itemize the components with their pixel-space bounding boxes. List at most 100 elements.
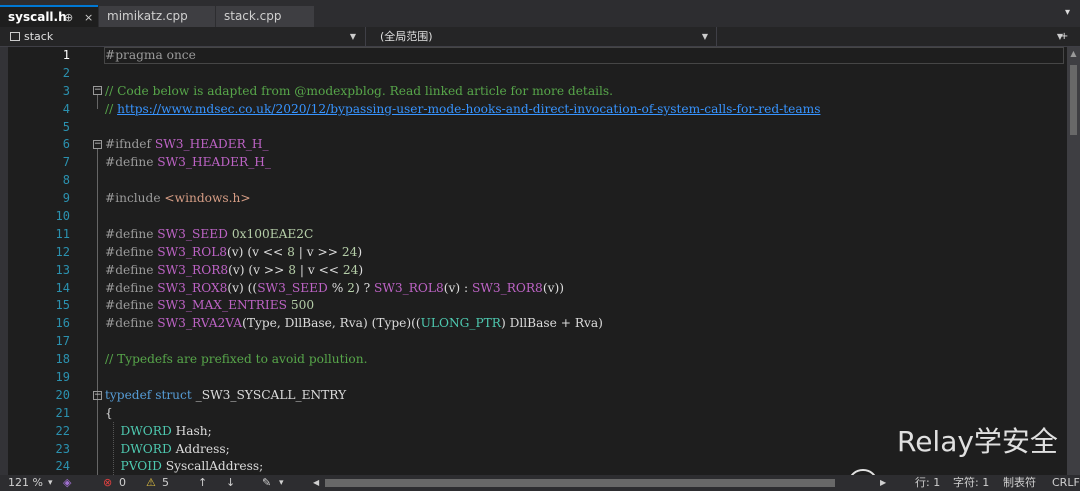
line-number: 13 — [55, 262, 70, 277]
tab-label: syscall.h — [8, 10, 67, 24]
code-line: // Code below is adapted from @modexpblo… — [105, 83, 614, 98]
brush-icon[interactable]: ✎ — [262, 475, 271, 491]
code-line: #define SW3_SEED 0x100EAE2C — [105, 226, 314, 241]
line-number: 4 — [62, 101, 70, 116]
line-number: 10 — [55, 209, 70, 224]
line-number: 24 — [55, 459, 70, 474]
tab-label: stack.cpp — [224, 9, 282, 23]
navigation-bar: stack ▼ (全局范围) ▼ ▼ + — [0, 27, 1080, 47]
tab-syscall-h[interactable]: syscall.h ⊕ × — [0, 5, 98, 27]
fold-guide — [97, 149, 98, 475]
collapse-icon[interactable]: − — [93, 86, 102, 95]
tabs-mode[interactable]: 制表符 — [1003, 475, 1036, 491]
code-line: PVOID SyscallAddress; — [120, 459, 264, 474]
project-name: stack — [24, 30, 54, 43]
tab-label: mimikatz.cpp — [107, 9, 188, 23]
line-numbers: 1 2 3 4 5 6 7 8 9 10 11 12 13 14 15 16 1… — [8, 47, 70, 475]
line-number: 23 — [55, 441, 70, 456]
line-number: 9 — [62, 191, 70, 206]
line-number: 12 — [55, 244, 70, 259]
char-indicator: 字符: 1 — [953, 476, 990, 489]
error-icon[interactable]: ⊗ — [103, 475, 112, 491]
url-link[interactable]: https://www.mdsec.co.uk/2020/12/bypassin… — [117, 102, 820, 116]
divider — [365, 27, 366, 46]
line-number: 16 — [55, 316, 70, 331]
scrollbar-thumb[interactable] — [1070, 65, 1077, 135]
fold-guide — [97, 95, 98, 109]
project-combo[interactable]: stack ▼ — [10, 29, 360, 44]
line-number: 18 — [55, 352, 70, 367]
zoom-dropdown-icon[interactable]: ▾ — [48, 475, 53, 491]
close-icon[interactable]: × — [84, 7, 93, 28]
line-number: 15 — [55, 298, 70, 313]
project-icon — [10, 32, 20, 41]
line-number: 21 — [55, 405, 70, 420]
status-bar: 121 % ▾ ◈ ⊗ 0 ⚠ 5 ↑ ↓ ✎ ▾ ◀ ▶ 行: 1 字符: 1… — [0, 475, 1080, 491]
code-line: #define SW3_MAX_ENTRIES 500 — [105, 298, 315, 313]
code-line: typedef struct _SW3_SYSCALL_ENTRY — [105, 387, 347, 402]
line-number: 20 — [55, 387, 70, 402]
warning-icon[interactable]: ⚠ — [146, 475, 156, 491]
line-number: 6 — [62, 137, 70, 152]
collapse-icon[interactable]: − — [93, 391, 102, 400]
member-combo[interactable]: ▼ — [722, 29, 1067, 44]
tab-overflow-dropdown-icon[interactable]: ▾ — [1065, 7, 1070, 18]
document-tab-bar: syscall.h ⊕ × mimikatz.cpp stack.cpp ▾ — [0, 0, 1080, 27]
line-number: 14 — [55, 280, 70, 295]
code-line: #define SW3_ROL8(v) (v << 8 | v >> 24) — [105, 244, 363, 259]
line-number: 8 — [62, 173, 70, 188]
line-indicator: 行: 1 — [915, 476, 941, 489]
vertical-scrollbar[interactable]: ▲ — [1067, 47, 1080, 475]
chevron-down-icon: ▼ — [349, 32, 356, 41]
line-number: 3 — [62, 83, 70, 98]
arrow-down-icon[interactable]: ↓ — [226, 475, 235, 491]
line-number: 17 — [55, 334, 70, 349]
line-number: 5 — [62, 119, 70, 134]
code-line-link[interactable]: // https://www.mdsec.co.uk/2020/12/bypas… — [105, 101, 1065, 119]
line-number: 11 — [55, 226, 70, 241]
selection-margin — [0, 47, 8, 475]
scope-label: (全局范围) — [380, 30, 433, 43]
code-line: #include <windows.h> — [105, 191, 251, 206]
split-icon[interactable]: + — [1060, 29, 1078, 44]
line-ending[interactable]: CRLF — [1052, 475, 1080, 491]
line-number: 7 — [62, 155, 70, 170]
zoom-level[interactable]: 121 % — [8, 475, 43, 491]
warning-count[interactable]: 5 — [162, 475, 169, 491]
code-line: #ifndef SW3_HEADER_H_ — [105, 137, 269, 152]
code-line: #pragma once — [105, 48, 196, 62]
code-line: #define SW3_HEADER_H_ — [105, 155, 272, 170]
scope-combo[interactable]: (全局范围) ▼ — [380, 29, 712, 44]
line-number: 1 — [62, 48, 70, 62]
scroll-left-icon[interactable]: ◀ — [313, 475, 319, 491]
scroll-right-icon[interactable]: ▶ — [880, 475, 886, 491]
collapse-icon[interactable]: − — [93, 140, 102, 149]
code-line: #define SW3_RVA2VA(Type, DllBase, Rva) (… — [105, 316, 603, 331]
comment-prefix: // — [105, 101, 118, 116]
tab-mimikatz-cpp[interactable]: mimikatz.cpp — [99, 6, 215, 27]
code-line: #define SW3_ROR8(v) (v >> 8 | v << 24) — [105, 262, 364, 277]
divider — [716, 27, 717, 46]
code-lines: #pragma once // Code below is adapted fr… — [105, 47, 1065, 475]
error-count[interactable]: 0 — [119, 475, 126, 491]
scroll-up-icon[interactable]: ▲ — [1067, 49, 1080, 58]
tab-stack-cpp[interactable]: stack.cpp — [216, 6, 314, 27]
line-number: 2 — [62, 65, 70, 80]
code-editor[interactable]: 1 2 3 4 5 6 7 8 9 10 11 12 13 14 15 16 1… — [0, 47, 1067, 475]
line-number: 19 — [55, 370, 70, 385]
line-number: 22 — [55, 423, 70, 438]
watermark-text: Relay学安全 — [897, 425, 1058, 458]
arrow-up-icon[interactable]: ↑ — [198, 475, 207, 491]
chevron-down-icon: ▼ — [701, 32, 708, 41]
horizontal-scrollbar-thumb[interactable] — [325, 479, 835, 487]
intellicode-icon[interactable]: ◈ — [63, 475, 71, 491]
brush-dropdown-icon[interactable]: ▾ — [279, 475, 284, 491]
pin-icon[interactable]: ⊕ — [64, 7, 73, 28]
code-line: // Typedefs are prefixed to avoid pollut… — [105, 352, 368, 367]
wechat-icon — [850, 469, 876, 475]
